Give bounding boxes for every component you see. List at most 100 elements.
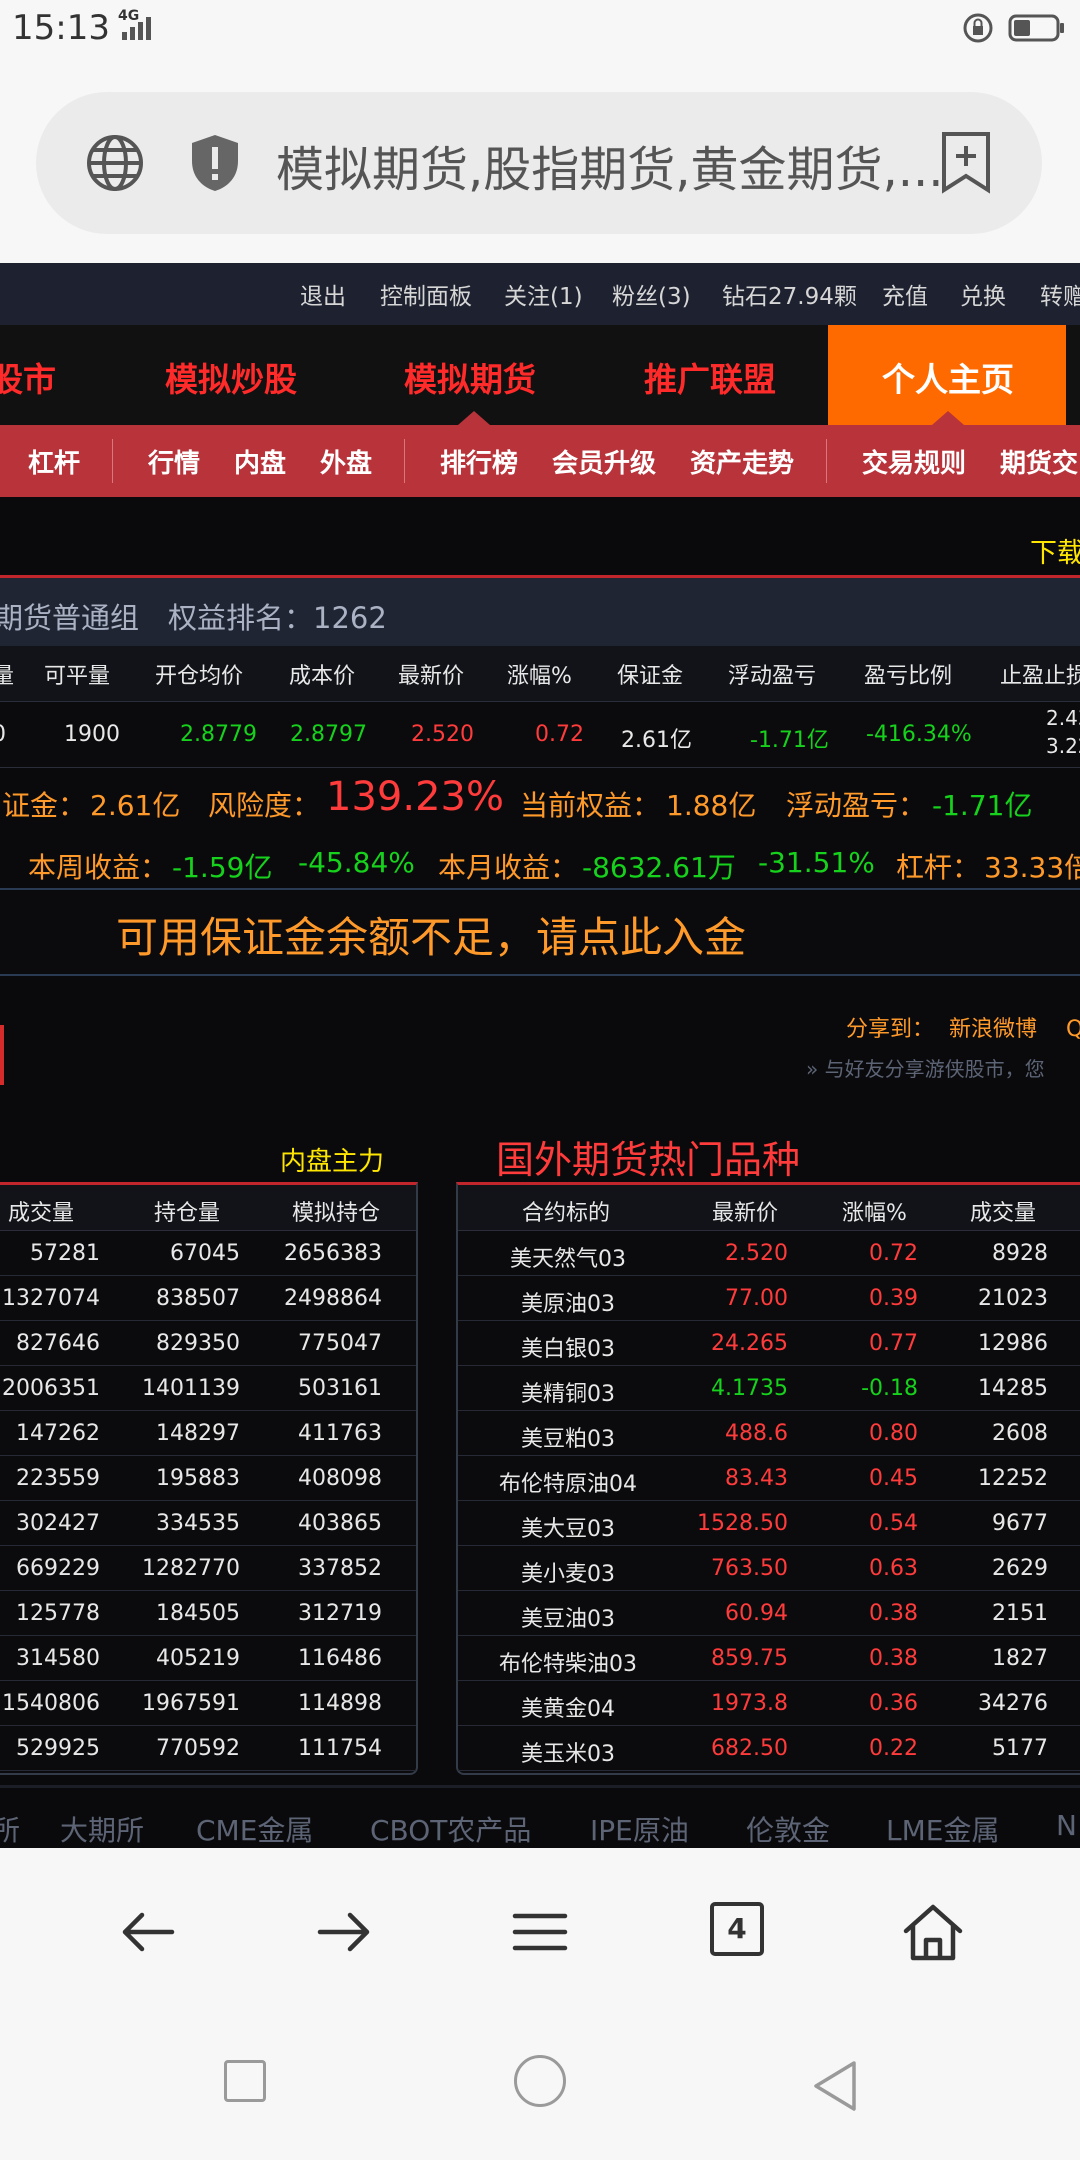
table-row[interactable]: 美白银03 24.265 0.77 12986 [458,1321,1080,1366]
table-row[interactable]: 827646 829350 775047 [0,1321,416,1366]
table-row[interactable]: 1540806 1967591 114898 [0,1681,416,1726]
table-row[interactable]: 美豆粕03 488.6 0.80 2608 [458,1411,1080,1456]
table-row[interactable]: 669229 1282770 337852 [0,1546,416,1591]
account-summary: 证金： 2.61亿 风险度： 139.23% 当前权益： 1.88亿 浮动盈亏：… [0,768,1080,838]
logout-link[interactable]: 退出 [300,277,346,311]
exchange-link[interactable]: IPE原油 [590,1809,689,1848]
subnav-foreign[interactable]: 外盘 [320,443,372,480]
table-row[interactable]: 美黄金04 1973.8 0.36 34276 [458,1681,1080,1726]
address-bar[interactable]: 模拟期货,股指期货,黄金期货,... [36,92,1042,234]
table-row[interactable]: 布伦特原油04 83.43 0.45 12252 [458,1456,1080,1501]
nav-affiliate[interactable]: 推广联盟 [644,353,776,401]
globe-icon[interactable] [84,132,146,194]
position-row[interactable]: 0 1900 2.8779 2.8797 2.520 0.72 2.61亿 -1… [0,702,1080,768]
contract-name[interactable]: 美大豆03 [458,1511,678,1543]
home-button[interactable] [514,2055,566,2107]
col-header: 合约标的 [522,1201,611,1226]
col-header: 成本价 [289,664,356,689]
back-triangle-icon[interactable] [810,2058,860,2114]
table-row[interactable]: 美精铜03 4.1735 -0.18 14285 [458,1366,1080,1411]
nav-sim-stock[interactable]: 模拟炒股 [165,353,297,401]
following-link[interactable]: 关注(1) [504,277,583,311]
contract-name[interactable]: 美天然气03 [458,1241,678,1273]
volume: 12986 [978,1331,1048,1356]
exchange-link[interactable]: CBOT农产品 [370,1809,531,1848]
contract-name[interactable]: 美精铜03 [458,1376,678,1408]
nav-stock-market[interactable]: 股市 [0,353,56,401]
table-row[interactable]: 布伦特柴油03 859.75 0.38 1827 [458,1636,1080,1681]
subnav-quotes[interactable]: 行情 [148,443,200,480]
table-row[interactable]: 美玉米03 682.50 0.22 5177 [458,1726,1080,1771]
web-page: 退出 控制面板 关注(1) 粉丝(3) 钻石27.94颗 充值 兑换 转赠 股市… [0,263,1080,1848]
contract-name[interactable]: 美原油03 [458,1286,678,1318]
recents-button[interactable] [224,2060,266,2102]
col-header: 成交量 [970,1201,1037,1226]
subnav-domestic[interactable]: 内盘 [234,443,286,480]
table-cell: 1967591 [142,1691,240,1716]
change-pct: 0.54 [869,1511,918,1536]
exchange-link[interactable]: 伦敦金 [746,1809,830,1848]
home-icon[interactable] [902,1902,964,1962]
table-row[interactable]: 57281 67045 2656383 [0,1231,416,1276]
table-row[interactable]: 美原油03 77.00 0.39 21023 [458,1276,1080,1321]
exchange-link[interactable]: 大期所 [60,1809,144,1848]
table-row[interactable]: 147262 148297 411763 [0,1411,416,1456]
contract-name[interactable]: 美豆油03 [458,1601,678,1633]
table-row[interactable]: 302427 334535 403865 [0,1501,416,1546]
add-bookmark-icon[interactable] [940,130,992,194]
table-row[interactable]: 美豆油03 60.94 0.38 2151 [458,1591,1080,1636]
nav-indicator [458,411,490,425]
nav-homepage[interactable]: 个人主页 [828,325,1066,425]
table-row[interactable]: 314580 405219 116486 [0,1636,416,1681]
menu-icon[interactable] [510,1902,570,1962]
table-row[interactable]: 125778 184505 312719 [0,1591,416,1636]
foreign-title[interactable]: 国外期货热门品种 [496,1129,800,1184]
deposit-warning-banner[interactable]: 可用保证金余额不足，请点此入金 [0,888,1080,976]
contract-name[interactable]: 布伦特柴油03 [458,1646,678,1678]
contract-name[interactable]: 布伦特原油04 [458,1466,678,1498]
subnav-vip-upgrade[interactable]: 会员升级 [552,443,656,480]
subnav-asset-trend[interactable]: 资产走势 [690,443,794,480]
contract-name[interactable]: 美玉米03 [458,1736,678,1768]
table-row[interactable]: 223559 195883 408098 [0,1456,416,1501]
domestic-title[interactable]: 内盘主力 [280,1141,384,1178]
nav-sim-futures[interactable]: 模拟期货 [404,353,536,401]
subnav-leverage[interactable]: 杠杆 [28,443,80,480]
exchange-link[interactable]: N [1056,1809,1077,1842]
fans-link[interactable]: 粉丝(3) [612,277,691,311]
side-tab[interactable] [0,1025,4,1085]
top-nav: 退出 控制面板 关注(1) 粉丝(3) 钻石27.94颗 充值 兑换 转赠 [0,263,1080,325]
transfer-link[interactable]: 转赠 [1040,277,1080,311]
exchange-link[interactable]: CME金属 [196,1809,313,1848]
contract-name[interactable]: 美小麦03 [458,1556,678,1588]
exchange-link[interactable]: 所 [0,1809,20,1848]
table-row[interactable]: 美小麦03 763.50 0.63 2629 [458,1546,1080,1591]
table-row[interactable]: 美大豆03 1528.50 0.54 9677 [458,1501,1080,1546]
diamonds-link[interactable]: 钻石27.94颗 [722,277,857,311]
exchange-link[interactable]: LME金属 [886,1809,999,1848]
recharge-link[interactable]: 充值 [882,277,928,311]
contract-name[interactable]: 美黄金04 [458,1691,678,1723]
subnav-ranking[interactable]: 排行榜 [440,443,518,480]
page-title[interactable]: 模拟期货,股指期货,黄金期货,... [276,130,944,200]
table-row[interactable]: 1327074 838507 2498864 [0,1276,416,1321]
table-row[interactable]: 529925 770592 111754 [0,1726,416,1771]
table-row[interactable]: 2006351 1401139 503161 [0,1366,416,1411]
control-panel-link[interactable]: 控制面板 [380,277,472,311]
subnav-futures-more[interactable]: 期货交 [1000,443,1078,480]
table-row[interactable]: 美天然气03 2.520 0.72 8928 [458,1231,1080,1276]
back-arrow-icon[interactable] [118,1902,178,1962]
share-weibo-link[interactable]: 新浪微博 [949,1017,1037,1042]
week-pct: -45.84% [298,846,415,879]
share-qq-link[interactable]: QQ [1066,1017,1080,1042]
forward-arrow-icon[interactable] [314,1902,374,1962]
exchange-link[interactable]: 兑换 [960,277,1006,311]
contract-name[interactable]: 美白银03 [458,1331,678,1363]
change-pct: 0.45 [869,1466,918,1491]
subnav-trading-rules[interactable]: 交易规则 [862,443,966,480]
download-link[interactable]: 下载 [1030,531,1080,570]
shield-warning-icon[interactable] [188,132,242,194]
status-bar: 15:13 4G [0,0,1080,58]
tabs-button[interactable]: 4 [710,1902,764,1956]
contract-name[interactable]: 美豆粕03 [458,1421,678,1453]
